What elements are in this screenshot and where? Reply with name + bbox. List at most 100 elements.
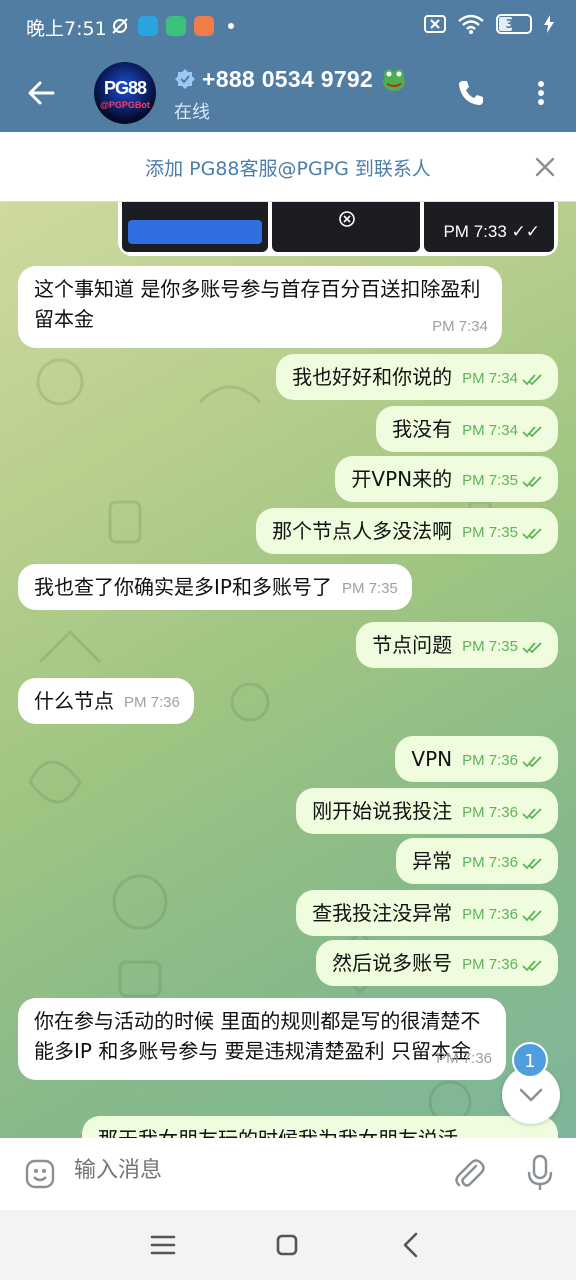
close-circle-icon	[339, 211, 355, 227]
home-icon[interactable]	[270, 1228, 304, 1262]
chat-header: PG88 @PGPGBot +888 0534 9792 在线	[0, 56, 576, 132]
message-meta: PM 7:36	[462, 746, 544, 776]
outgoing-message[interactable]: 那个节点人多没法啊 PM 7:35	[256, 508, 558, 554]
telegram-app-icon	[138, 16, 158, 36]
double-check-icon	[522, 808, 542, 820]
phone-icon[interactable]	[456, 78, 486, 108]
message-text: 我也查了你确实是多IP和多账号了	[34, 575, 332, 599]
status-notification-icons	[110, 16, 234, 36]
previous-media-group[interactable]: PM 7:33 ✓✓	[118, 202, 558, 256]
message-time: PM 7:35	[462, 472, 518, 489]
status-system-icons: 37	[424, 14, 554, 34]
message-time: PM 7:36	[462, 854, 518, 871]
double-check-icon	[522, 756, 542, 768]
avatar-sublabel: @PGPGBot	[100, 100, 150, 110]
verified-badge-icon	[175, 69, 195, 89]
sticker-icon[interactable]	[24, 1158, 56, 1190]
media-thumbnail[interactable]: PM 7:33 ✓✓	[424, 202, 554, 252]
composer	[0, 1138, 576, 1210]
frog-emoji-icon	[383, 69, 406, 91]
chat-status: 在线	[174, 102, 210, 123]
back-arrow-icon[interactable]	[26, 78, 56, 108]
message-time: PM 7:34	[432, 318, 488, 335]
microphone-icon[interactable]	[526, 1154, 554, 1192]
message-meta: PM 7:34	[462, 416, 544, 446]
incoming-message[interactable]: 什么节点 PM 7:36	[18, 678, 194, 724]
message-meta: PM 7:36	[124, 688, 180, 718]
message-text: 我没有	[392, 417, 453, 441]
message-time: PM 7:35	[341, 580, 398, 597]
double-check-icon	[522, 528, 542, 540]
back-icon[interactable]	[394, 1228, 428, 1262]
wifi-icon	[458, 14, 484, 34]
message-text: 什么节点	[34, 689, 114, 713]
message-time: PM 7:36	[462, 804, 518, 821]
double-check-icon	[522, 374, 542, 386]
close-icon[interactable]	[534, 156, 556, 178]
message-meta: PM 7:35	[342, 574, 398, 604]
outgoing-message[interactable]: 我也好好和你说的 PM 7:34	[276, 354, 558, 400]
outgoing-message[interactable]: 节点问题 PM 7:35	[356, 622, 558, 668]
double-check-icon	[522, 960, 542, 972]
add-contact-banner: 添加 PG88客服@PGPG 到联系人	[0, 132, 576, 202]
double-check-icon	[522, 642, 542, 654]
battery-level: 37	[505, 17, 523, 31]
menu-icon[interactable]	[146, 1228, 180, 1262]
system-nav-bar	[0, 1210, 576, 1280]
message-time: PM 7:36	[462, 906, 518, 923]
media-time: PM 7:33 ✓✓	[443, 222, 540, 241]
message-time: PM 7:34	[462, 422, 518, 439]
message-time: PM 7:35	[462, 524, 518, 541]
message-text: 开VPN来的	[351, 467, 453, 491]
dot-icon	[228, 23, 234, 29]
outgoing-message[interactable]: 开VPN来的 PM 7:35	[335, 456, 558, 502]
status-time: 晚上7:51	[26, 18, 107, 40]
message-text: 这个事知道 是你多账号参与首存百分百送扣除盈利 留本金	[34, 277, 481, 331]
unread-badge: 1	[512, 1042, 548, 1078]
media-thumbnail[interactable]	[122, 202, 268, 252]
incoming-message[interactable]: 我也查了你确实是多IP和多账号了 PM 7:35	[18, 564, 412, 610]
chevron-down-icon	[519, 1088, 543, 1102]
message-input[interactable]	[74, 1158, 434, 1183]
message-text: 异常	[412, 849, 453, 873]
incoming-message[interactable]: 你在参与活动的时候 里面的规则都是写的很清楚不能多IP 和多账号参与 要是违规清…	[18, 998, 506, 1080]
message-meta: PM 7:34	[462, 364, 544, 394]
outgoing-message[interactable]: VPN PM 7:36	[395, 736, 558, 782]
more-vertical-icon[interactable]	[530, 78, 552, 108]
double-check-icon	[522, 426, 542, 438]
double-check-icon	[522, 858, 542, 870]
message-time: PM 7:35	[462, 638, 518, 655]
message-time: PM 7:34	[462, 370, 518, 387]
message-meta: PM 7:36	[462, 798, 544, 828]
double-check-icon	[522, 910, 542, 922]
no-sim-icon	[424, 15, 446, 33]
message-time: PM 7:36	[436, 1050, 492, 1067]
status-bar: 晚上7:51 37	[0, 0, 576, 56]
message-text: 刚开始说我投注	[312, 799, 453, 823]
outgoing-message[interactable]: 那天我女朋友玩的时候我为我女朋友说活	[82, 1116, 558, 1138]
outgoing-message[interactable]: 异常 PM 7:36	[396, 838, 558, 884]
chat-title: +888 0534 9792	[202, 65, 374, 92]
incoming-message[interactable]: 这个事知道 是你多账号参与首存百分百送扣除盈利 留本金 PM 7:34	[18, 266, 502, 348]
message-text: 那天我女朋友玩的时候我为我女朋友说活	[98, 1124, 458, 1138]
avatar-label: PG88	[103, 78, 147, 98]
outgoing-message[interactable]: 我没有 PM 7:34	[376, 406, 558, 452]
chat-title-row[interactable]: +888 0534 9792	[174, 64, 409, 94]
double-check-icon	[522, 476, 542, 488]
add-contact-link[interactable]: 添加 PG88客服@PGPG 到联系人	[0, 154, 516, 181]
outgoing-message[interactable]: 刚开始说我投注 PM 7:36	[296, 788, 558, 834]
message-list[interactable]: PM 7:33 ✓✓ 这个事知道 是你多账号参与首存百分百送扣除盈利 留本金 PM…	[0, 202, 576, 1138]
avatar[interactable]: PG88 @PGPGBot	[94, 62, 156, 124]
charging-icon	[544, 15, 554, 33]
message-time: PM 7:36	[124, 694, 180, 711]
outgoing-message[interactable]: 查我投注没异常 PM 7:36	[296, 890, 558, 936]
message-time: PM 7:36	[462, 752, 518, 769]
message-text: 查我投注没异常	[312, 901, 453, 925]
message-text: 那个节点人多没法啊	[272, 519, 453, 543]
paperclip-icon[interactable]	[452, 1156, 486, 1190]
media-thumbnail[interactable]	[272, 202, 420, 252]
battery-icon: 37	[496, 14, 532, 34]
message-text: 然后说多账号	[332, 951, 453, 975]
message-text: 你在参与活动的时候 里面的规则都是写的很清楚不能多IP 和多账号参与 要是违规清…	[34, 1009, 481, 1063]
outgoing-message[interactable]: 然后说多账号 PM 7:36	[316, 940, 558, 986]
